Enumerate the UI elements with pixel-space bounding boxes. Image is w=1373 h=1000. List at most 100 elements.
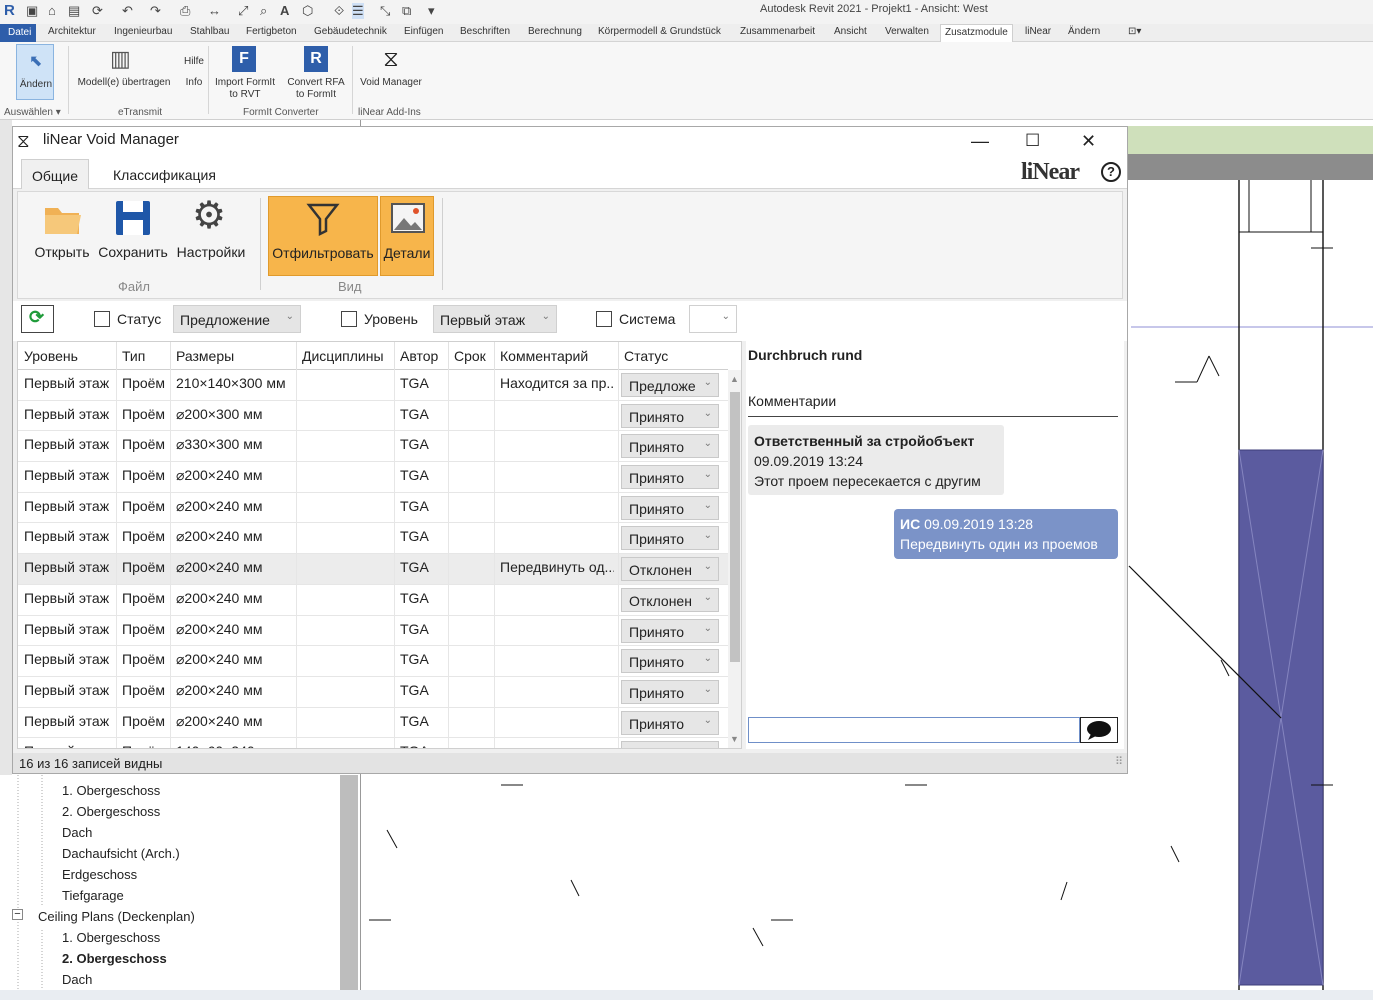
table-row[interactable]: Первый этаж Проём ⌀200×240 мм TGA Принято ⌄: [18, 707, 728, 739]
undo-icon[interactable]: ↶: [122, 3, 133, 19]
scroll-up-icon[interactable]: ▲: [730, 374, 739, 384]
tab-classification[interactable]: Классификация: [103, 159, 226, 189]
close-hidden-icon[interactable]: ⤡: [380, 3, 390, 19]
status-dropdown[interactable]: Принято ⌄: [621, 710, 719, 735]
status-dropdown[interactable]: Отклонен ⌄: [621, 587, 719, 612]
tree-item[interactable]: 1. Obergeschoss: [62, 783, 160, 798]
comment-input[interactable]: [748, 717, 1080, 743]
col-comment[interactable]: Комментарий: [500, 348, 588, 364]
table-row[interactable]: Первый этаж Проём ⌀330×300 мм TGA Принято ⌄: [18, 431, 728, 463]
maximize-icon[interactable]: ☐: [1025, 131, 1040, 151]
revit-logo-icon[interactable]: R: [4, 2, 15, 19]
tree-category[interactable]: Ceiling Plans (Deckenplan): [38, 909, 195, 924]
panel-options-icon[interactable]: ⊡▾: [1128, 26, 1141, 37]
status-dropdown[interactable]: Принято ⌄: [621, 679, 719, 704]
tag-icon[interactable]: ⌕: [260, 3, 267, 19]
tree-item[interactable]: Dach: [62, 972, 92, 987]
status-dropdown[interactable]: ⌄: [621, 741, 719, 748]
menu-beschriften[interactable]: Beschriften: [460, 26, 510, 37]
tree-item-active[interactable]: 2. Obergeschoss: [62, 951, 167, 966]
transmit-button[interactable]: Modell(e) übertragen: [74, 77, 174, 89]
table-row[interactable]: Первый этаж Проём ⌀200×240 мм TGA Принято ⌄: [18, 492, 728, 524]
tree-item[interactable]: Tiefgarage: [62, 888, 124, 903]
home-icon[interactable]: ▣: [26, 3, 38, 19]
void-manager-button[interactable]: Void Manager: [354, 77, 428, 89]
status-dropdown[interactable]: Принято ⌄: [621, 618, 719, 643]
col-due[interactable]: Срок: [454, 348, 486, 364]
menu-berechnung[interactable]: Berechnung: [528, 26, 582, 37]
tree-item[interactable]: Erdgeschoss: [62, 867, 137, 882]
status-dropdown[interactable]: Принято ⌄: [621, 434, 719, 459]
menu-ansicht[interactable]: Ansicht: [834, 26, 867, 37]
scroll-thumb[interactable]: [730, 392, 740, 662]
info-button[interactable]: Info: [180, 77, 208, 89]
menu-gebaeudetechnik[interactable]: Gebäudetechnik: [314, 26, 387, 37]
resize-grip-icon[interactable]: ⠿: [1115, 755, 1123, 768]
table-row[interactable]: Первый этаж Проём ⌀200×240 мм TGA Принято ⌄: [18, 615, 728, 647]
save-icon[interactable]: ▤: [68, 3, 80, 19]
status-dropdown[interactable]: Принято ⌄: [621, 495, 719, 520]
minimize-icon[interactable]: —: [971, 131, 989, 152]
tree-item[interactable]: 2. Obergeschoss: [62, 804, 160, 819]
select-group-label[interactable]: Auswählen ▾: [4, 107, 61, 118]
table-row[interactable]: Первый этаж Проём ⌀200×240 мм TGA Принято ⌄: [18, 523, 728, 555]
tab-general[interactable]: Общие: [21, 159, 90, 189]
measure-icon[interactable]: ↔: [208, 3, 221, 18]
status-checkbox[interactable]: [94, 311, 110, 327]
collapse-icon[interactable]: −: [12, 909, 23, 920]
status-dropdown[interactable]: Принято ⌄: [621, 649, 719, 674]
convert-rfa-button[interactable]: Convert RFA to FormIt: [284, 77, 348, 101]
table-scrollbar[interactable]: ▲ ▼: [728, 370, 741, 748]
modify-button[interactable]: ⬉ Ändern: [16, 44, 54, 100]
open-button[interactable]: Открыть: [26, 196, 98, 276]
menu-linear[interactable]: liNear: [1025, 26, 1051, 37]
section-icon[interactable]: ⟐: [334, 3, 344, 19]
switch-windows-icon[interactable]: ⧉: [402, 3, 411, 19]
open-icon[interactable]: ⌂: [48, 3, 56, 18]
redo-icon[interactable]: ↷: [150, 3, 161, 19]
col-type[interactable]: Тип: [122, 348, 145, 364]
status-filter-dropdown[interactable]: Предложение ⌄: [173, 305, 301, 333]
status-dropdown[interactable]: Принято ⌄: [621, 403, 719, 428]
table-row[interactable]: Первый этаж Проём ⌀200×300 мм TGA Принято ⌄: [18, 400, 728, 432]
filter-button[interactable]: Отфильтровать: [268, 196, 378, 276]
thin-lines-icon[interactable]: ☰: [352, 3, 364, 19]
menu-verwalten[interactable]: Verwalten: [885, 26, 929, 37]
scroll-down-icon[interactable]: ▼: [730, 734, 739, 744]
settings-button[interactable]: ⚙ Настройки: [172, 195, 250, 276]
tree-item[interactable]: Dachaufsicht (Arch.): [62, 846, 180, 861]
status-dropdown[interactable]: Предложе ⌄: [621, 373, 719, 397]
table-row[interactable]: Первый этаж Проём ⌀200×240 мм TGA Принято ⌄: [18, 676, 728, 708]
tree-item[interactable]: Dach: [62, 825, 92, 840]
system-checkbox[interactable]: [596, 311, 612, 327]
status-dropdown[interactable]: Отклонен ⌄: [621, 557, 719, 582]
table-row[interactable]: Первый этаж Проём ⌀200×240 мм TGA Передвинут…: [18, 554, 728, 585]
table-row[interactable]: Первый этаж Проём 210×140×300 мм TGA Находит…: [18, 370, 728, 401]
table-row[interactable]: Первый этаж Проём ⌀200×240 мм TGA Принято ⌄: [18, 646, 728, 677]
col-status[interactable]: Статус: [624, 348, 668, 364]
status-dropdown[interactable]: Принято ⌄: [621, 465, 719, 490]
text-icon[interactable]: A: [280, 3, 289, 18]
status-dropdown[interactable]: Принято ⌄: [621, 526, 719, 551]
col-size[interactable]: Размеры: [176, 348, 234, 364]
system-filter-dropdown[interactable]: ⌄: [689, 305, 737, 333]
tree-item[interactable]: 1. Obergeschoss: [62, 930, 160, 945]
help-icon[interactable]: ?: [1101, 162, 1121, 182]
menu-zusammenarbeit[interactable]: Zusammenarbeit: [740, 26, 815, 37]
menu-architektur[interactable]: Architektur: [48, 26, 96, 37]
window-titlebar[interactable]: ⧖ liNear Void Manager — ☐ ✕: [13, 127, 1127, 159]
level-checkbox[interactable]: [341, 311, 357, 327]
col-disciplines[interactable]: Дисциплины: [302, 348, 384, 364]
help-button[interactable]: Hilfe: [180, 56, 208, 68]
import-formit-button[interactable]: Import FormIt to RVT: [210, 77, 280, 101]
3d-view-icon[interactable]: ⬡: [302, 3, 313, 19]
table-row[interactable]: Первый этаж Проём 140×60×240 мм TGA ⌄: [18, 738, 728, 748]
menu-fertigbeton[interactable]: Fertigbeton: [246, 26, 297, 37]
refresh-button[interactable]: ⟳: [21, 305, 54, 333]
close-icon[interactable]: ✕: [1081, 131, 1096, 152]
col-level[interactable]: Уровень: [24, 348, 78, 364]
menu-ingenieurbau[interactable]: Ingenieurbau: [114, 26, 172, 37]
menu-datei[interactable]: Datei: [0, 24, 36, 42]
menu-aendern[interactable]: Ändern: [1068, 26, 1100, 37]
print-icon[interactable]: ⎙: [180, 3, 190, 19]
